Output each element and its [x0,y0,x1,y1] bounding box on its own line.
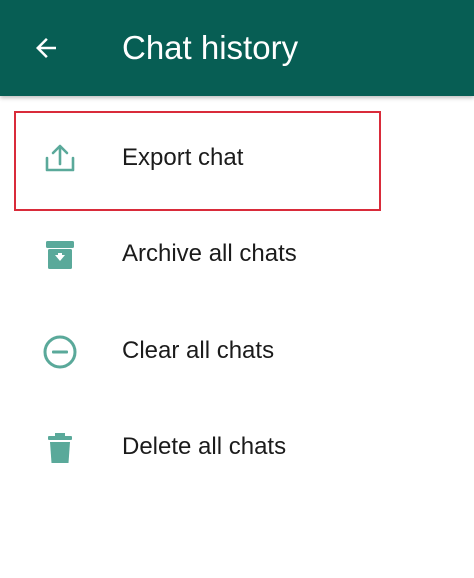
page-title: Chat history [122,29,299,66]
menu-item-clear-all-chats[interactable]: Clear all chats [0,304,474,400]
back-button[interactable] [18,26,74,70]
minus-circle-icon [36,328,84,376]
menu-item-label: Archive all chats [122,240,297,267]
menu-item-label: Delete all chats [122,433,287,460]
trash-icon [36,424,84,472]
archive-icon [36,231,84,279]
export-icon [36,135,84,183]
menu-item-export-chat[interactable]: Export chat [0,111,474,207]
app-bar: Chat history [0,0,474,96]
menu-item-label: Export chat [122,144,244,171]
arrow-left-icon [36,38,56,58]
menu-item-archive-all-chats[interactable]: Archive all chats [0,207,474,303]
menu-item-delete-all-chats[interactable]: Delete all chats [0,400,474,496]
menu-item-label: Clear all chats [122,337,275,364]
